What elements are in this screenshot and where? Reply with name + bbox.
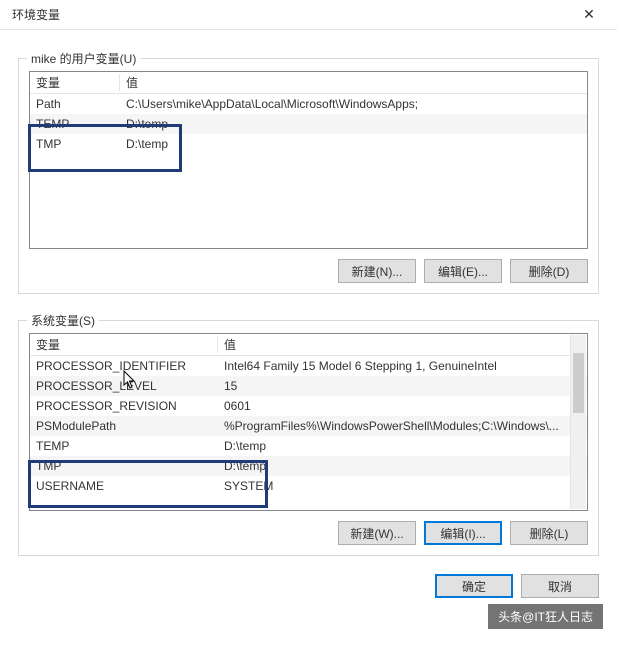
ok-button[interactable]: 确定 xyxy=(435,574,513,598)
table-row[interactable]: TMP D:\temp xyxy=(30,456,587,476)
cell-value: 0601 xyxy=(218,399,587,413)
system-variables-group: 系统变量(S) 变量 值 PROCESSOR_IDENTIFIER Intel6… xyxy=(18,320,599,556)
table-row[interactable]: TEMP D:\temp xyxy=(30,114,587,134)
cell-name: TEMP xyxy=(30,117,120,131)
user-header-name[interactable]: 变量 xyxy=(30,74,120,91)
user-edit-button[interactable]: 编辑(E)... xyxy=(424,259,502,283)
user-variables-group: mike 的用户变量(U) 变量 值 Path C:\Users\mike\Ap… xyxy=(18,58,599,294)
cell-name: Path xyxy=(30,97,120,111)
user-variables-list[interactable]: 变量 值 Path C:\Users\mike\AppData\Local\Mi… xyxy=(29,71,588,249)
cell-name: TMP xyxy=(30,459,218,473)
dialog-content: mike 的用户变量(U) 变量 值 Path C:\Users\mike\Ap… xyxy=(0,30,617,610)
cell-value: D:\temp xyxy=(218,439,587,453)
user-delete-button[interactable]: 删除(D) xyxy=(510,259,588,283)
sys-list-body: PROCESSOR_IDENTIFIER Intel64 Family 15 M… xyxy=(30,356,587,496)
titlebar: 环境变量 ✕ xyxy=(0,0,617,30)
system-variables-list[interactable]: 变量 值 PROCESSOR_IDENTIFIER Intel64 Family… xyxy=(29,333,588,511)
table-row[interactable]: TMP D:\temp xyxy=(30,134,587,154)
watermark-label: 头条@IT狂人日志 xyxy=(488,604,603,629)
table-row[interactable]: Path C:\Users\mike\AppData\Local\Microso… xyxy=(30,94,587,114)
cell-name: PROCESSOR_IDENTIFIER xyxy=(30,359,218,373)
scrollbar[interactable] xyxy=(570,335,586,509)
cell-name: PROCESSOR_LEVEL xyxy=(30,379,218,393)
sys-edit-button[interactable]: 编辑(I)... xyxy=(424,521,502,545)
cell-name: TEMP xyxy=(30,439,218,453)
cell-value: 15 xyxy=(218,379,587,393)
sys-button-row: 新建(W)... 编辑(I)... 删除(L) xyxy=(29,521,588,545)
sys-group-legend: 系统变量(S) xyxy=(27,312,99,329)
dialog-footer: 确定 取消 xyxy=(18,574,599,598)
cell-value: %ProgramFiles%\WindowsPowerShell\Modules… xyxy=(218,419,587,433)
cell-value: Intel64 Family 15 Model 6 Stepping 1, Ge… xyxy=(218,359,587,373)
table-row[interactable]: PROCESSOR_REVISION 0601 xyxy=(30,396,587,416)
cell-name: USERNAME xyxy=(30,479,218,493)
user-header-value[interactable]: 值 xyxy=(120,74,587,91)
cell-name: PSModulePath xyxy=(30,419,218,433)
user-list-body: Path C:\Users\mike\AppData\Local\Microso… xyxy=(30,94,587,154)
sys-header-value[interactable]: 值 xyxy=(218,336,587,353)
user-new-button[interactable]: 新建(N)... xyxy=(338,259,416,283)
user-button-row: 新建(N)... 编辑(E)... 删除(D) xyxy=(29,259,588,283)
table-row[interactable]: USERNAME SYSTEM xyxy=(30,476,587,496)
cell-value: SYSTEM xyxy=(218,479,587,493)
table-row[interactable]: PROCESSOR_IDENTIFIER Intel64 Family 15 M… xyxy=(30,356,587,376)
sys-delete-button[interactable]: 删除(L) xyxy=(510,521,588,545)
table-row[interactable]: TEMP D:\temp xyxy=(30,436,587,456)
cell-name: PROCESSOR_REVISION xyxy=(30,399,218,413)
user-group-legend: mike 的用户变量(U) xyxy=(27,50,140,67)
scrollbar-thumb[interactable] xyxy=(573,353,584,413)
window-title: 环境变量 xyxy=(12,6,60,23)
cancel-button[interactable]: 取消 xyxy=(521,574,599,598)
sys-new-button[interactable]: 新建(W)... xyxy=(338,521,416,545)
sys-header-name[interactable]: 变量 xyxy=(30,336,218,353)
cell-value: D:\temp xyxy=(218,459,587,473)
table-row[interactable]: PROCESSOR_LEVEL 15 xyxy=(30,376,587,396)
sys-list-header: 变量 值 xyxy=(30,334,587,356)
table-row[interactable]: PSModulePath %ProgramFiles%\WindowsPower… xyxy=(30,416,587,436)
cell-value: D:\temp xyxy=(120,137,587,151)
user-list-header: 变量 值 xyxy=(30,72,587,94)
cell-value: C:\Users\mike\AppData\Local\Microsoft\Wi… xyxy=(120,97,587,111)
cell-value: D:\temp xyxy=(120,117,587,131)
cell-name: TMP xyxy=(30,137,120,151)
close-icon[interactable]: ✕ xyxy=(569,1,609,29)
